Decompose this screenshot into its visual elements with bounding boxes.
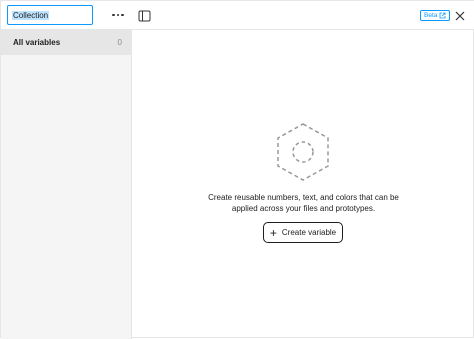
sidebar-header: Collection [1, 1, 132, 30]
sidebar-item-label: All variables [13, 38, 61, 47]
empty-state-line-2: applied across your files and prototypes… [231, 204, 376, 213]
create-variable-label: Create variable [281, 228, 337, 237]
external-link-icon [439, 12, 446, 19]
empty-state: Create reusable numbers, text, and color… [132, 30, 474, 339]
collection-name-text: Collection [12, 10, 50, 20]
hexagon-variable-icon [277, 123, 329, 181]
sidebar: Collection All variables 0 [1, 1, 132, 339]
empty-state-description: Create reusable numbers, text, and color… [192, 192, 415, 214]
more-horizontal-icon [112, 13, 124, 17]
beta-label: Beta [424, 12, 438, 19]
create-variable-button[interactable]: + Create variable [263, 222, 343, 243]
close-button[interactable] [454, 9, 466, 21]
beta-badge[interactable]: Beta [420, 10, 451, 21]
empty-state-line-1: Create reusable numbers, text, and color… [208, 193, 399, 202]
sidebar-item-all-variables[interactable]: All variables 0 [1, 30, 132, 55]
sidebar-toggle-icon [138, 10, 151, 22]
sidebar-toggle-button[interactable] [138, 9, 152, 22]
toolbar: Beta [132, 1, 474, 30]
plus-icon: + [269, 225, 277, 240]
more-options-button[interactable] [108, 7, 128, 23]
sidebar-item-count: 0 [117, 38, 122, 47]
close-icon [455, 11, 465, 21]
variables-window: Collection All variables 0 Beta Create r… [0, 0, 474, 339]
collection-name-input[interactable]: Collection [7, 5, 93, 25]
